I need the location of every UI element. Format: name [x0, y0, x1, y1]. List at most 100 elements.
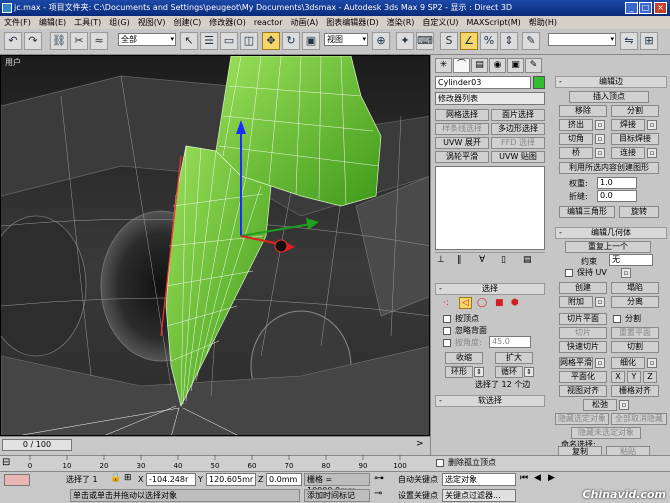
create-shape-button[interactable]: 利用所选内容创建图形 — [559, 162, 659, 174]
relax-button[interactable]: 松弛 — [583, 399, 617, 411]
split-checkbox[interactable] — [613, 315, 621, 323]
view-align-button[interactable]: 视图对齐 — [559, 385, 607, 397]
unhide-all-button[interactable]: 全部取消隐藏 — [611, 413, 667, 425]
meshsmooth-settings-icon[interactable]: ▫ — [595, 358, 605, 368]
menu-rendering[interactable]: 渲染(R) — [383, 16, 419, 29]
object-name-field[interactable]: Cylinder03 — [435, 76, 531, 89]
align-icon[interactable]: ⊞ — [640, 32, 658, 50]
select-by-name-icon[interactable]: ☰ — [200, 32, 218, 50]
edit-named-selection-icon[interactable]: ✎ — [522, 32, 540, 50]
snap-toggle-icon[interactable]: S — [440, 32, 458, 50]
ffd-select-button[interactable]: FFD 选择 — [491, 137, 545, 149]
extrude-button[interactable]: 挤出 — [559, 119, 593, 131]
grow-button[interactable]: 扩大 — [495, 352, 533, 364]
maxscript-listener-icon[interactable] — [4, 474, 30, 486]
turbosmooth-button[interactable]: 涡轮平滑 — [435, 151, 489, 163]
menu-reactor[interactable]: reactor — [250, 16, 287, 29]
percent-snap-icon[interactable]: % — [480, 32, 498, 50]
menu-edit[interactable]: 编辑(E) — [35, 16, 70, 29]
constraints-dropdown[interactable]: 无 — [609, 254, 653, 266]
edge-mode-icon[interactable]: ◁ — [459, 297, 472, 309]
setkey-button[interactable]: 设置关键点 — [398, 491, 438, 501]
menu-tools[interactable]: 工具(T) — [70, 16, 105, 29]
remove-button[interactable]: 移除 — [559, 105, 607, 117]
preserve-uvs-settings-icon[interactable]: ▫ — [621, 268, 631, 278]
pin-stack-icon[interactable]: ⊥ — [437, 255, 445, 265]
shrink-button[interactable]: 收缩 — [445, 352, 483, 364]
ring-button[interactable]: 环形 — [445, 366, 473, 378]
insert-vertex-button[interactable]: 插入顶点 — [569, 91, 649, 103]
quickslice-button[interactable]: 快速切片 — [559, 341, 607, 353]
pivot-center-icon[interactable]: ⊕ — [372, 32, 390, 50]
menu-customize[interactable]: 自定义(U) — [418, 16, 462, 29]
ring-spinner-icon[interactable]: ⇕ — [474, 367, 484, 377]
show-end-result-icon[interactable]: ‖ — [457, 255, 462, 265]
menu-maxscript[interactable]: MAXScript(M) — [463, 16, 525, 29]
scale-icon[interactable]: ▣ — [302, 32, 320, 50]
prev-frame-icon[interactable]: ◀ — [534, 473, 541, 483]
extrude-settings-icon[interactable]: ▫ — [595, 120, 605, 130]
menu-views[interactable]: 视图(V) — [134, 16, 170, 29]
menu-help[interactable]: 帮助(H) — [525, 16, 561, 29]
redo-icon[interactable]: ↷ — [24, 32, 42, 50]
rect-selection-icon[interactable]: ▭ — [220, 32, 238, 50]
time-slider[interactable]: 0 / 100 — [2, 439, 72, 451]
tessellate-settings-icon[interactable]: ▫ — [647, 358, 657, 368]
mesh-select-button[interactable]: 网格选择 — [435, 109, 489, 121]
turn-button[interactable]: 旋转 — [619, 206, 659, 218]
key-mode-icon[interactable]: ⊶ — [374, 473, 384, 484]
connect-settings-icon[interactable]: ▫ — [647, 148, 657, 158]
hierarchy-tab-icon[interactable]: ▤ — [471, 58, 488, 73]
loop-button[interactable]: 循环 — [495, 366, 523, 378]
planar-y-button[interactable]: Y — [627, 371, 641, 383]
key-filter-dropdown[interactable]: 选定对象 — [442, 473, 516, 486]
ignore-backfacing-checkbox[interactable] — [443, 327, 451, 335]
split-edge-button[interactable]: 分割 — [611, 105, 659, 117]
weld-settings-icon[interactable]: ▫ — [647, 120, 657, 130]
loop-spinner-icon[interactable]: ⇕ — [524, 367, 534, 377]
y-coordinate-field[interactable]: 120.605mr — [206, 473, 256, 486]
unlink-icon[interactable]: ✂ — [70, 32, 88, 50]
maximize-button[interactable]: □ — [639, 2, 652, 14]
detach-button[interactable]: 分离 — [611, 296, 659, 308]
display-tab-icon[interactable]: ▣ — [507, 58, 524, 73]
polygon-mode-icon[interactable]: ■ — [495, 298, 504, 308]
target-weld-button[interactable]: 目标焊接 — [611, 133, 659, 145]
utilities-tab-icon[interactable]: ✎ — [525, 58, 542, 73]
configure-sets-icon[interactable]: ▤ — [523, 255, 532, 265]
undo-icon[interactable]: ↶ — [4, 32, 22, 50]
connect-button[interactable]: 连接 — [611, 147, 645, 159]
border-mode-icon[interactable]: ◯ — [477, 298, 487, 308]
bridge-button[interactable]: 桥 — [559, 147, 593, 159]
minimize-button[interactable]: _ — [625, 2, 638, 14]
weld-button[interactable]: 焊接 — [611, 119, 645, 131]
rotate-icon[interactable]: ↻ — [282, 32, 300, 50]
element-mode-icon[interactable]: ⬢ — [511, 298, 519, 308]
selection-rollout-header[interactable]: 选择 — [435, 283, 545, 295]
vertex-mode-icon[interactable]: ·: — [443, 298, 449, 308]
modify-tab-icon[interactable]: ⌒ — [453, 58, 470, 73]
attach-button[interactable]: 附加 — [559, 296, 593, 308]
edit-edges-rollout-header[interactable]: 编辑边 — [555, 76, 667, 88]
menu-file[interactable]: 文件(F) — [0, 16, 35, 29]
window-crossing-icon[interactable]: ◫ — [240, 32, 258, 50]
menu-graph-editors[interactable]: 图表编辑器(D) — [322, 16, 382, 29]
keyboard-shortcut-icon[interactable]: ⌨ — [416, 32, 434, 50]
preserve-uvs-checkbox[interactable] — [565, 269, 573, 277]
relax-settings-icon[interactable]: ▫ — [619, 400, 629, 410]
cut-button[interactable]: 切割 — [611, 341, 659, 353]
select-object-icon[interactable]: ↖ — [180, 32, 198, 50]
angle-snap-icon[interactable]: ∠ — [460, 32, 478, 50]
select-manipulate-icon[interactable]: ✦ — [396, 32, 414, 50]
repeat-last-button[interactable]: 重复上一个 — [565, 241, 651, 253]
selection-lock-icon[interactable]: 🔒 — [110, 473, 121, 483]
weight-spinner[interactable]: 1.0 — [597, 177, 637, 189]
crease-spinner[interactable]: 0.0 — [597, 190, 637, 202]
add-time-tag-button[interactable]: 添加时间标记 — [304, 489, 370, 502]
object-color-swatch[interactable] — [533, 76, 545, 89]
viewport-label[interactable]: 用户 — [5, 57, 21, 68]
poly-select-button[interactable]: 多边形选择 — [491, 123, 545, 135]
spline-select-button[interactable]: 样条线选择 — [435, 123, 489, 135]
slice-plane-button[interactable]: 切片平面 — [559, 313, 607, 325]
delete-isolated-checkbox[interactable] — [436, 459, 444, 467]
